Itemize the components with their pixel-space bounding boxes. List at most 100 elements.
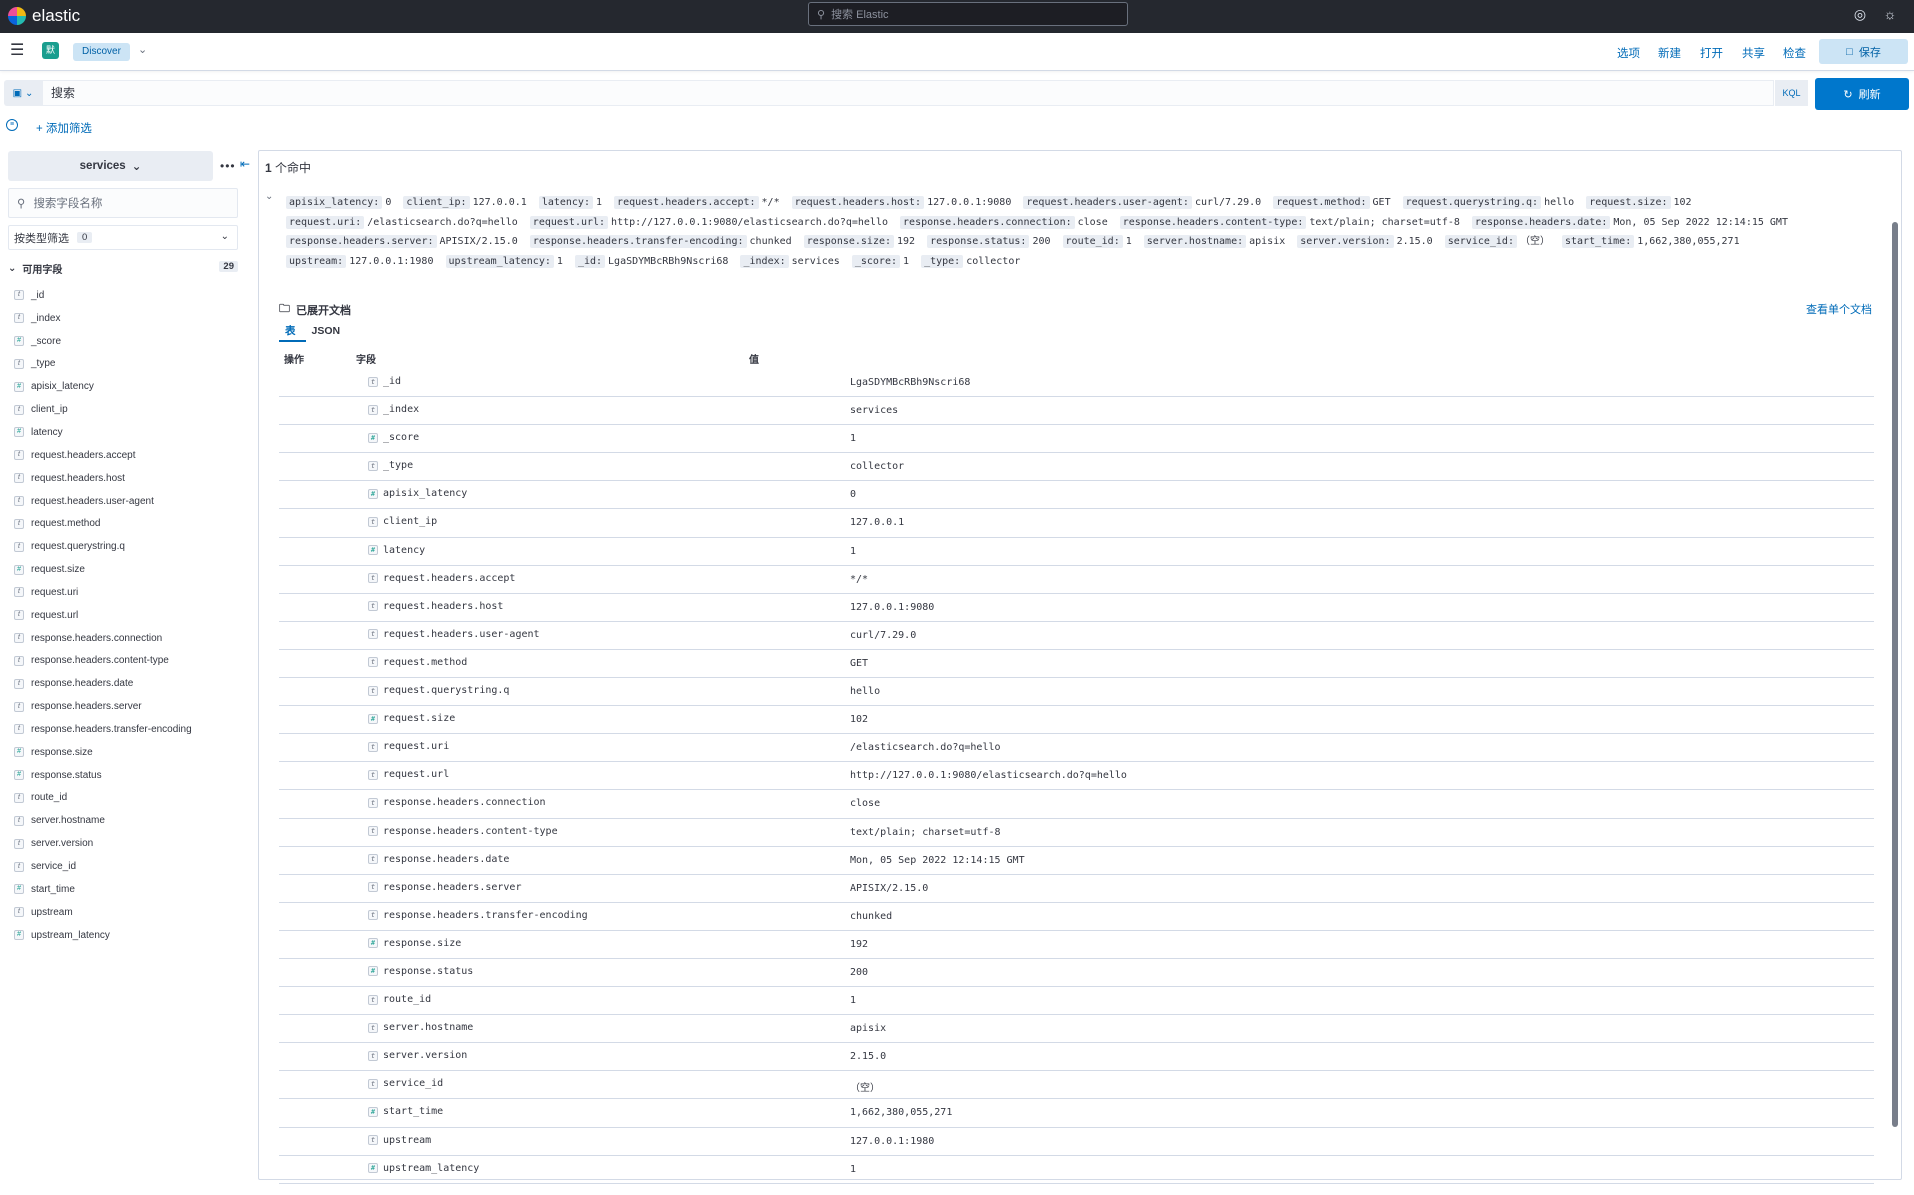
- row-field-name: start_time: [383, 1106, 443, 1117]
- elastic-logo[interactable]: elastic: [8, 6, 80, 26]
- table-row[interactable]: tclient_ip127.0.0.1: [279, 509, 1874, 537]
- table-row[interactable]: tresponse.headers.connectionclose: [279, 790, 1874, 818]
- table-row[interactable]: tresponse.headers.content-typetext/plain…: [279, 819, 1874, 847]
- table-row[interactable]: #request.size102: [279, 706, 1874, 734]
- field-item[interactable]: tclient_ip: [14, 398, 244, 421]
- available-fields-toggle[interactable]: ⌄ 可用字段 29: [8, 260, 238, 276]
- table-row[interactable]: trequest.methodGET: [279, 650, 1874, 678]
- row-collapse-icon[interactable]: ⌄: [265, 191, 273, 202]
- row-field-name: _type: [383, 460, 413, 471]
- new-link[interactable]: 新建: [1658, 45, 1681, 61]
- share-link[interactable]: 共享: [1742, 45, 1765, 61]
- inspect-link[interactable]: 检查: [1783, 45, 1806, 61]
- summary-key: service_id:: [1445, 235, 1517, 248]
- table-row[interactable]: trequest.headers.user-agentcurl/7.29.0: [279, 622, 1874, 650]
- summary-key: _id:: [575, 255, 605, 268]
- chevron-down-icon[interactable]: ⌄: [138, 43, 147, 56]
- refresh-button[interactable]: ↻ 刷新: [1815, 78, 1909, 110]
- string-field-type-icon: t: [14, 496, 24, 506]
- tab-json[interactable]: JSON: [306, 322, 351, 342]
- space-avatar[interactable]: 默: [42, 42, 59, 59]
- field-item[interactable]: #response.status: [14, 764, 244, 787]
- table-row[interactable]: trequest.querystring.qhello: [279, 678, 1874, 706]
- scrollbar[interactable]: [1892, 222, 1898, 1127]
- field-item[interactable]: trequest.headers.host: [14, 467, 244, 490]
- field-item[interactable]: tresponse.headers.content-type: [14, 650, 244, 673]
- table-row[interactable]: tresponse.headers.dateMon, 05 Sep 2022 1…: [279, 847, 1874, 875]
- table-row[interactable]: #latency1: [279, 538, 1874, 566]
- more-options-icon[interactable]: •••: [220, 159, 236, 173]
- filter-menu-icon[interactable]: ≡: [6, 119, 18, 131]
- add-filter-button[interactable]: + 添加筛选: [36, 120, 92, 136]
- help-icon[interactable]: ◎: [1852, 6, 1868, 22]
- field-item[interactable]: tservice_id: [14, 855, 244, 878]
- table-row[interactable]: #start_time1,662,380,055,271: [279, 1099, 1874, 1127]
- table-row[interactable]: tservice_id（空）: [279, 1071, 1874, 1099]
- refresh-icon: ↻: [1843, 88, 1852, 101]
- field-item[interactable]: t_index: [14, 307, 244, 330]
- field-item[interactable]: tupstream: [14, 901, 244, 924]
- table-row[interactable]: troute_id1: [279, 987, 1874, 1015]
- row-value: chunked: [850, 911, 892, 922]
- table-row[interactable]: tupstream127.0.0.1:1980: [279, 1128, 1874, 1156]
- table-row[interactable]: #upstream_latency1: [279, 1156, 1874, 1184]
- field-item[interactable]: #request.size: [14, 558, 244, 581]
- field-item[interactable]: #response.size: [14, 741, 244, 764]
- tab-table[interactable]: 表: [279, 322, 306, 342]
- table-row[interactable]: t_indexservices: [279, 397, 1874, 425]
- field-item[interactable]: t_id: [14, 284, 244, 307]
- kql-toggle[interactable]: KQL: [1775, 80, 1808, 106]
- breadcrumb-discover[interactable]: Discover: [73, 43, 130, 61]
- table-row[interactable]: tresponse.headers.serverAPISIX/2.15.0: [279, 875, 1874, 903]
- table-row[interactable]: #_score1: [279, 425, 1874, 453]
- table-row[interactable]: tserver.hostnameapisix: [279, 1015, 1874, 1043]
- table-row[interactable]: tresponse.headers.transfer-encodingchunk…: [279, 903, 1874, 931]
- table-row[interactable]: trequest.urlhttp://127.0.0.1:9080/elasti…: [279, 762, 1874, 790]
- hits-label: 个命中: [275, 161, 311, 175]
- field-item[interactable]: tresponse.headers.server: [14, 695, 244, 718]
- field-item[interactable]: trequest.headers.accept: [14, 444, 244, 467]
- field-item[interactable]: t_type: [14, 353, 244, 376]
- row-field: trequest.headers.user-agent: [368, 629, 540, 640]
- field-item[interactable]: trequest.method: [14, 512, 244, 535]
- query-input[interactable]: 搜索: [42, 80, 1774, 106]
- field-item[interactable]: trequest.uri: [14, 581, 244, 604]
- field-item[interactable]: #latency: [14, 421, 244, 444]
- table-row[interactable]: #response.size192: [279, 931, 1874, 959]
- menu-icon[interactable]: ☰: [10, 43, 26, 59]
- options-link[interactable]: 选项: [1617, 45, 1640, 61]
- newsfeed-icon[interactable]: ☼: [1882, 6, 1898, 22]
- table-row[interactable]: trequest.uri/elasticsearch.do?q=hello: [279, 734, 1874, 762]
- view-single-document-link[interactable]: 查看单个文档: [1806, 301, 1872, 317]
- type-filter-button[interactable]: 按类型筛选 0 ⌄: [8, 225, 238, 250]
- field-item[interactable]: #start_time: [14, 878, 244, 901]
- field-item[interactable]: troute_id: [14, 787, 244, 810]
- table-row[interactable]: #response.status200: [279, 959, 1874, 987]
- field-item[interactable]: tserver.version: [14, 832, 244, 855]
- table-row[interactable]: t_idLgaSDYMBcRBh9Nscri68: [279, 369, 1874, 397]
- open-link[interactable]: 打开: [1700, 45, 1723, 61]
- field-item[interactable]: trequest.url: [14, 604, 244, 627]
- field-item[interactable]: #_score: [14, 330, 244, 353]
- table-row[interactable]: #apisix_latency0: [279, 481, 1874, 509]
- field-item[interactable]: trequest.headers.user-agent: [14, 490, 244, 513]
- table-row[interactable]: trequest.headers.host127.0.0.1:9080: [279, 594, 1874, 622]
- field-item[interactable]: #upstream_latency: [14, 924, 244, 947]
- field-item[interactable]: #apisix_latency: [14, 375, 244, 398]
- summary-value: 200: [1032, 236, 1050, 247]
- table-row[interactable]: tserver.version2.15.0: [279, 1043, 1874, 1071]
- field-item[interactable]: tresponse.headers.transfer-encoding: [14, 718, 244, 741]
- field-item[interactable]: tresponse.headers.date: [14, 672, 244, 695]
- field-item[interactable]: trequest.querystring.q: [14, 535, 244, 558]
- collapse-sidebar-icon[interactable]: ⇤: [240, 157, 250, 171]
- save-button[interactable]: □ 保存: [1819, 39, 1908, 64]
- global-search-input[interactable]: ⚲ 搜索 Elastic: [808, 2, 1128, 26]
- saved-query-button[interactable]: ▣ ⌄: [4, 80, 42, 106]
- field-search-input[interactable]: ⚲ 搜索字段名称: [8, 188, 238, 218]
- field-name: response.headers.date: [31, 678, 133, 689]
- index-pattern-select[interactable]: services ⌄: [8, 151, 213, 181]
- table-row[interactable]: trequest.headers.accept*/*: [279, 566, 1874, 594]
- field-item[interactable]: tresponse.headers.connection: [14, 627, 244, 650]
- table-row[interactable]: t_typecollector: [279, 453, 1874, 481]
- field-item[interactable]: tserver.hostname: [14, 809, 244, 832]
